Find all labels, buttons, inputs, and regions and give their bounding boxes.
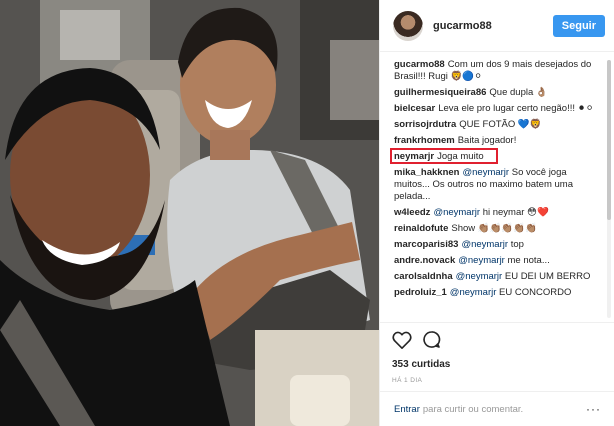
action-icons xyxy=(392,331,601,353)
comment-item: frankrhomem Baita jogador! xyxy=(394,135,603,147)
comment-username[interactable]: w4leedz xyxy=(394,207,430,218)
comment-item: guilhermesiqueira86 Que dupla 👌🏽 xyxy=(394,87,603,99)
comment-text: top xyxy=(510,239,524,250)
post-photo[interactable] xyxy=(0,0,379,426)
comments-scrollbar[interactable] xyxy=(607,60,611,318)
comment-username[interactable]: pedroluiz_1 xyxy=(394,287,447,298)
comment-username[interactable]: andre.novack xyxy=(394,255,455,266)
comment-username[interactable]: carolsaldnha xyxy=(394,271,453,282)
login-prompt-text: para curtir ou comentar. xyxy=(422,403,524,415)
post-header: gucarmo88 Seguir xyxy=(380,0,614,52)
comment-text: Show 👏🏽👏🏽👏🏽👏🏽👏🏽 xyxy=(451,223,537,234)
comment-mention[interactable]: @neymarjr xyxy=(461,239,508,250)
comment-item: marcoparisi83 @neymarjr top xyxy=(394,239,603,251)
comment-mention[interactable]: @neymarjr xyxy=(458,255,505,266)
highlight-box xyxy=(390,148,498,164)
add-comment-bar: Entrar para curtir ou comentar. ··· xyxy=(380,391,614,426)
owner-username[interactable]: gucarmo88 xyxy=(433,20,553,32)
comment-username[interactable]: gucarmo88 xyxy=(394,59,445,70)
photo-illustration xyxy=(0,0,379,426)
comment-item: sorrisojrdutra QUE FOTÃO 💙🦁 xyxy=(394,119,603,131)
comment-item: bielcesar Leva ele pro lugar certo negão!… xyxy=(394,103,603,115)
comment-mention[interactable]: @neymarjr xyxy=(462,167,509,178)
comment-item: w4leedz @neymarjr hi neymar 😳❤️ xyxy=(394,207,603,219)
comment-text: Leva ele pro lugar certo negão!!! ⚫⚪ xyxy=(438,103,594,114)
comment-text: QUE FOTÃO 💙🦁 xyxy=(459,119,542,130)
comment-username[interactable]: guilhermesiqueira86 xyxy=(394,87,486,98)
comment-text: EU DEI UM BERRO xyxy=(504,271,591,282)
avatar[interactable] xyxy=(393,10,423,41)
post-actions: 353 curtidas HÁ 1 DIA xyxy=(380,322,614,384)
comment-item-highlighted: neymarjr Joga muito xyxy=(390,148,603,164)
more-options-icon[interactable]: ··· xyxy=(586,402,601,416)
comment-item: mika_hakknen @neymarjr So você joga muito… xyxy=(394,167,603,203)
comment-item: gucarmo88 Com um dos 9 mais desejados do … xyxy=(394,59,603,83)
post-side-panel: gucarmo88 Seguir gucarmo88 Com um dos 9 m… xyxy=(379,0,614,426)
comment-mention[interactable]: @neymarjr xyxy=(433,207,480,218)
comment-text: hi neymar 😳❤️ xyxy=(482,207,549,218)
comment-text: Baita jogador! xyxy=(457,135,517,146)
comment-mention[interactable]: @neymarjr xyxy=(450,287,497,298)
comment-mention[interactable]: @neymarjr xyxy=(456,271,503,282)
comment-text: EU CONCORDO xyxy=(499,287,572,298)
comment-username[interactable]: reinaldofute xyxy=(394,223,448,234)
comment-item: carolsaldnha @neymarjr EU DEI UM BERRO xyxy=(394,271,603,283)
comment-item: pedroluiz_1 @neymarjr EU CONCORDO xyxy=(394,287,603,299)
comment-username[interactable]: mika_hakknen xyxy=(394,167,459,178)
comment-icon[interactable] xyxy=(422,330,441,354)
comment-text: me nota... xyxy=(507,255,550,266)
comment-item: andre.novack @neymarjr me nota... xyxy=(394,255,603,267)
comment-item: reinaldofute Show 👏🏽👏🏽👏🏽👏🏽👏🏽 xyxy=(394,223,603,235)
comment-text: Que dupla 👌🏽 xyxy=(489,87,548,98)
comment-username[interactable]: frankrhomem xyxy=(394,135,455,146)
comments-list[interactable]: gucarmo88 Com um dos 9 mais desejados do … xyxy=(380,52,614,322)
post-timestamp: HÁ 1 DIA xyxy=(392,377,423,384)
likes-count[interactable]: 353 curtidas xyxy=(392,359,601,370)
comment-username[interactable]: marcoparisi83 xyxy=(394,239,458,250)
follow-button[interactable]: Seguir xyxy=(552,14,605,37)
scrollbar-thumb[interactable] xyxy=(607,60,611,220)
login-link[interactable]: Entrar xyxy=(394,404,420,415)
heart-icon[interactable] xyxy=(392,331,412,354)
comment-username[interactable]: sorrisojrdutra xyxy=(394,119,456,130)
comment-username[interactable]: bielcesar xyxy=(394,103,435,114)
